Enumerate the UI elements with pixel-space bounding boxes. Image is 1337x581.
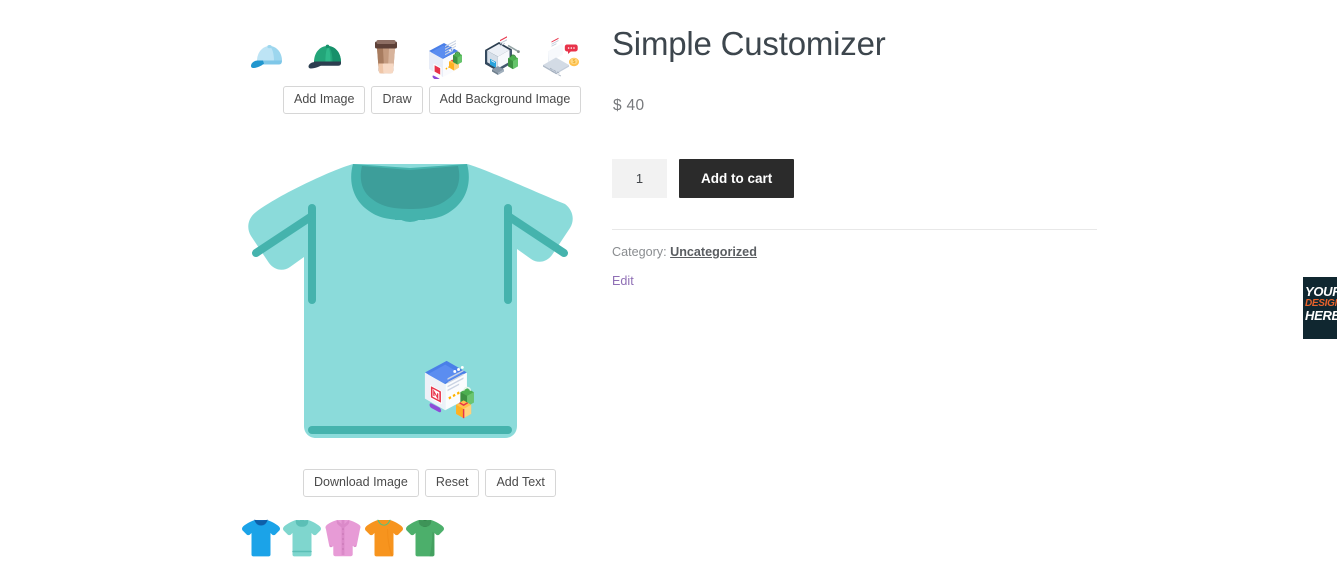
- reset-button[interactable]: Reset: [424, 469, 480, 497]
- product-category-meta: Category: Uncategorized: [612, 245, 757, 259]
- swatch-green-polo[interactable]: [405, 512, 445, 564]
- garment-swatch-strip: [241, 512, 445, 564]
- edit-product-link[interactable]: Edit: [612, 274, 634, 288]
- download-image-button[interactable]: Download Image: [303, 469, 419, 497]
- garment-preview-canvas[interactable]: [240, 120, 580, 460]
- swatch-orange-tee[interactable]: [364, 512, 404, 564]
- green-cap-icon[interactable]: [306, 32, 350, 82]
- add-to-cart-button[interactable]: Add to cart: [679, 159, 795, 198]
- ecommerce-website-icon[interactable]: [422, 32, 466, 82]
- product-customizer: $ Add Image Draw Add Background Image Do…: [0, 0, 595, 581]
- add-text-button[interactable]: Add Text: [485, 469, 556, 497]
- swatch-teal-polo[interactable]: [282, 512, 322, 564]
- light-blue-cap-icon[interactable]: [248, 32, 292, 82]
- section-divider: [612, 229, 1097, 230]
- add-background-image-button[interactable]: Add Background Image: [428, 86, 582, 114]
- laptop-payment-icon[interactable]: $: [538, 32, 582, 82]
- page-title: Simple Customizer: [612, 25, 886, 62]
- product-price: $ 40: [613, 97, 645, 114]
- online-store-monitor-icon[interactable]: [480, 32, 524, 82]
- svg-text:$: $: [573, 59, 576, 65]
- draw-button[interactable]: Draw: [371, 86, 423, 114]
- swatch-blue-tee[interactable]: [241, 512, 281, 564]
- your-design-here-widget[interactable]: YOUR DESIGN HERE: [1303, 277, 1337, 339]
- canvas-bottom-toolbar: Download Image Reset Add Text: [303, 469, 556, 497]
- category-link[interactable]: Uncategorized: [670, 245, 757, 259]
- add-to-cart-form: Add to cart: [612, 159, 795, 198]
- side-widget-line3: HERE: [1305, 308, 1337, 323]
- canvas-top-toolbar: Add Image Draw Add Background Image: [283, 86, 582, 114]
- side-widget-line1: YOUR: [1305, 284, 1337, 299]
- product-summary: Simple Customizer $ 40 Add to cart Categ…: [612, 0, 1112, 581]
- clipart-strip: $: [248, 30, 579, 82]
- coffee-cup-icon[interactable]: [364, 32, 408, 82]
- product-page: $ Add Image Draw Add Background Image Do…: [0, 0, 1337, 581]
- quantity-input[interactable]: [612, 159, 667, 198]
- category-label: Category:: [612, 245, 667, 259]
- swatch-pink-shirt[interactable]: [323, 512, 363, 564]
- add-image-button[interactable]: Add Image: [283, 86, 366, 114]
